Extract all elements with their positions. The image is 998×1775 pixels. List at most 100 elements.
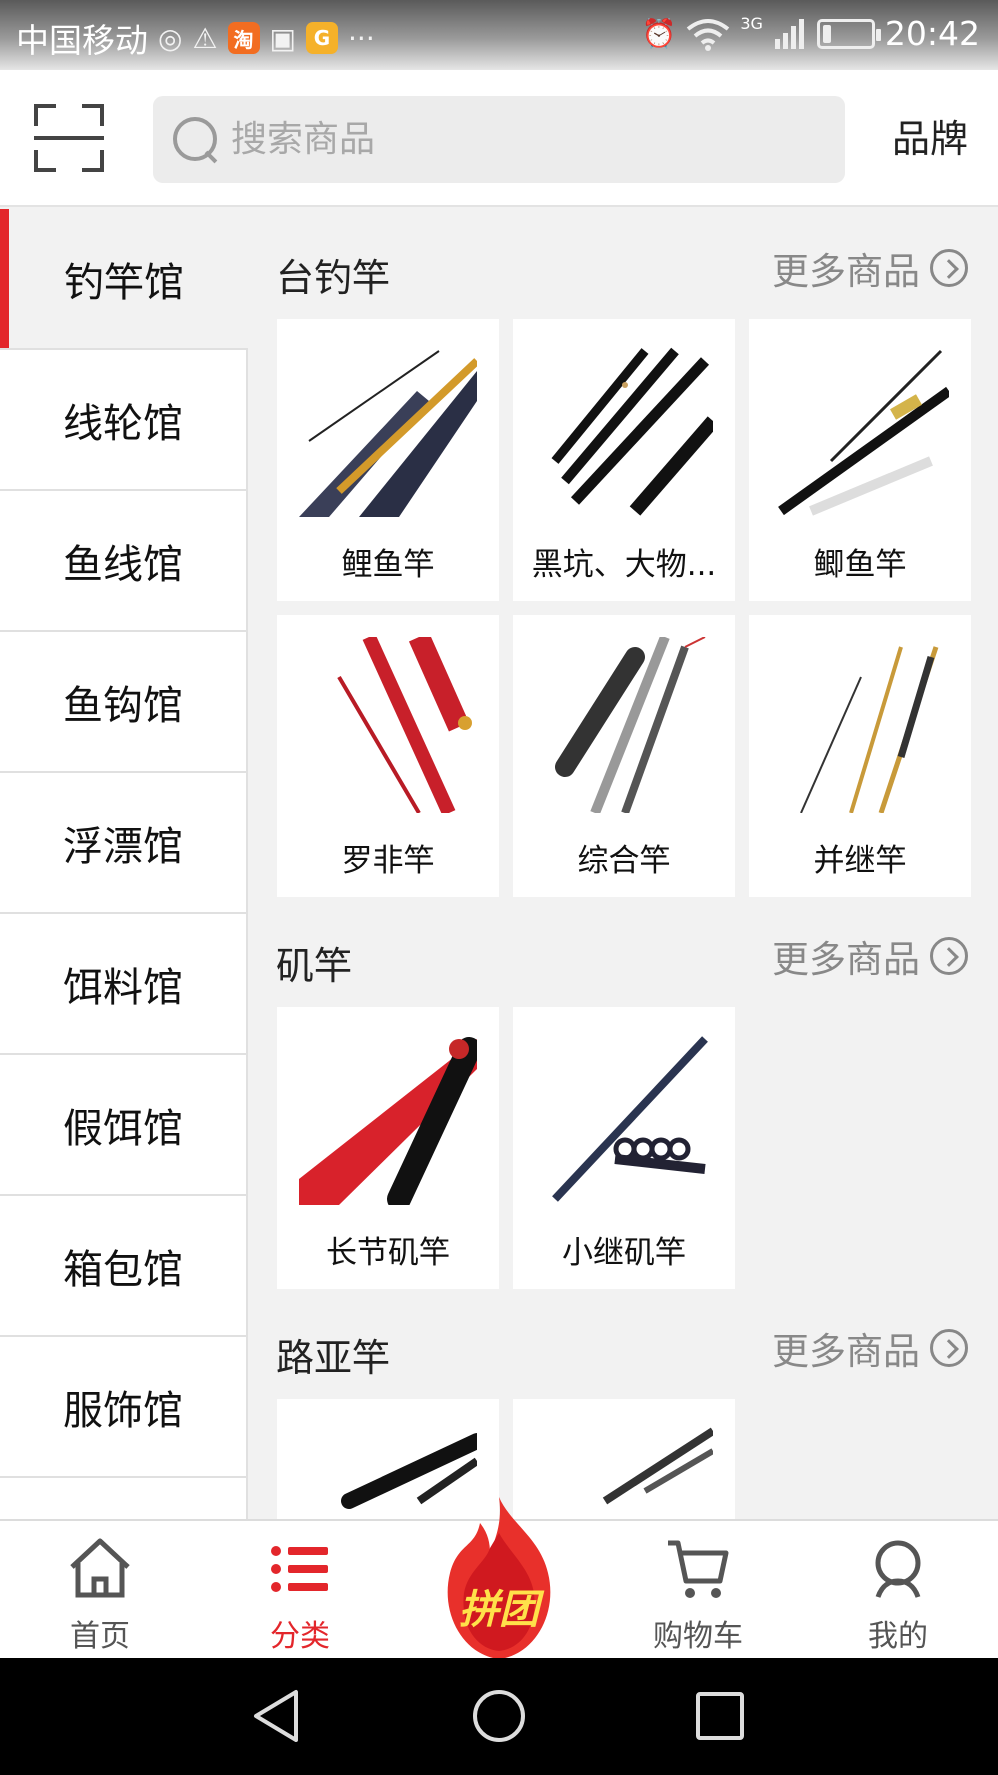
category-content: 台钓竿 更多商品 鲤鱼竿 黑坑、大物... 鲫鱼竿 罗非竿 综合竿 并继竿 矶竿… bbox=[248, 209, 998, 1519]
sidebar-item-reels[interactable]: 线轮馆 bbox=[0, 350, 248, 491]
sidebar-item-label: 箱包馆 bbox=[63, 1246, 183, 1293]
sidebar-item-label: 鱼钩馆 bbox=[63, 682, 183, 729]
home-icon bbox=[70, 1538, 130, 1598]
product-image bbox=[535, 637, 713, 813]
more-products-label: 更多商品 bbox=[772, 938, 920, 981]
category-sidebar: 钓竿馆 线轮馆 鱼线馆 鱼钩馆 浮漂馆 饵料馆 假饵馆 箱包馆 服饰馆 bbox=[0, 209, 248, 1519]
more-products-label: 更多商品 bbox=[772, 250, 920, 293]
product-card[interactable]: 长节矶竿 bbox=[277, 1007, 499, 1289]
nav-label: 首页 bbox=[70, 1619, 130, 1654]
product-label: 小继矶竿 bbox=[562, 1235, 686, 1271]
sidebar-item-bait[interactable]: 饵料馆 bbox=[0, 914, 248, 1055]
section-title: 路亚竿 bbox=[276, 1336, 391, 1380]
wifi-icon bbox=[687, 18, 730, 51]
nav-category[interactable]: 分类 bbox=[200, 1521, 400, 1660]
product-card[interactable]: 并继竿 bbox=[749, 615, 971, 897]
product-label: 黑坑、大物... bbox=[531, 547, 717, 583]
more-products-link[interactable]: 更多商品 bbox=[772, 929, 968, 983]
status-bar-left: 中国移动 ◎ ⚠ 淘 ▣ G ··· bbox=[16, 14, 375, 62]
sidebar-item-label: 饵料馆 bbox=[63, 964, 183, 1011]
product-label: 并继竿 bbox=[813, 843, 907, 879]
sidebar-item-more[interactable] bbox=[0, 1478, 248, 1519]
battery-level bbox=[822, 24, 831, 43]
search-bar[interactable] bbox=[153, 96, 845, 183]
section-lure-rods: 路亚竿 更多商品 bbox=[248, 1289, 998, 1519]
product-image bbox=[299, 637, 477, 813]
sidebar-item-rods[interactable]: 钓竿馆 bbox=[0, 209, 248, 350]
sidebar-item-label: 假饵馆 bbox=[63, 1105, 183, 1152]
product-image bbox=[299, 341, 477, 517]
bottom-nav: 首页 分类 拼团 购物车 我的 bbox=[0, 1497, 998, 1660]
group-buy-label: 拼团 bbox=[459, 1587, 539, 1633]
list-icon bbox=[271, 1546, 328, 1592]
sidebar-item-label: 服饰馆 bbox=[63, 1387, 183, 1434]
user-icon bbox=[875, 1540, 921, 1598]
search-icon bbox=[173, 116, 219, 163]
sidebar-item-label: 钓竿馆 bbox=[64, 259, 184, 306]
scan-icon[interactable] bbox=[34, 104, 104, 172]
sidebar-item-floats[interactable]: 浮漂馆 bbox=[0, 773, 248, 914]
group-buy-button[interactable]: 拼团 bbox=[430, 1493, 568, 1663]
product-card[interactable]: 鲫鱼竿 bbox=[749, 319, 971, 601]
section-header: 台钓竿 更多商品 bbox=[248, 209, 998, 319]
chevron-right-circle-icon bbox=[930, 937, 968, 975]
product-card[interactable]: 综合竿 bbox=[513, 615, 735, 897]
product-grid: 鲤鱼竿 黑坑、大物... 鲫鱼竿 罗非竿 综合竿 并继竿 bbox=[248, 319, 998, 897]
chevron-right-circle-icon bbox=[930, 249, 968, 287]
warning-icon: ⚠ bbox=[192, 21, 218, 55]
nav-label: 购物车 bbox=[653, 1619, 743, 1654]
section-title: 矶竿 bbox=[276, 944, 353, 988]
network-type: 3G bbox=[740, 14, 763, 33]
product-image bbox=[299, 1029, 477, 1205]
back-icon[interactable] bbox=[248, 1686, 308, 1746]
product-label: 长节矶竿 bbox=[326, 1235, 450, 1271]
sidebar-item-lines[interactable]: 鱼线馆 bbox=[0, 491, 248, 632]
product-grid bbox=[248, 1399, 998, 1519]
brand-button[interactable]: 品牌 bbox=[892, 108, 968, 163]
cart-icon bbox=[668, 1540, 729, 1598]
sidebar-item-bags[interactable]: 箱包馆 bbox=[0, 1196, 248, 1337]
alarm-icon: ⏰ bbox=[641, 17, 677, 50]
battery-icon bbox=[816, 18, 881, 49]
product-image bbox=[535, 1029, 713, 1205]
product-image bbox=[771, 637, 949, 813]
nav-cart[interactable]: 购物车 bbox=[598, 1521, 798, 1660]
product-card[interactable]: 黑坑、大物... bbox=[513, 319, 735, 601]
product-card[interactable]: 鲤鱼竿 bbox=[277, 319, 499, 601]
product-label: 综合竿 bbox=[577, 843, 671, 879]
product-label: 鲤鱼竿 bbox=[341, 547, 435, 583]
more-products-label: 更多商品 bbox=[772, 1330, 920, 1373]
section-header: 矶竿 更多商品 bbox=[248, 897, 998, 1007]
image-icon: ▣ bbox=[269, 21, 297, 55]
product-image bbox=[535, 341, 713, 517]
clock: 20:42 bbox=[884, 14, 980, 53]
nav-profile[interactable]: 我的 bbox=[798, 1521, 998, 1660]
nav-home[interactable]: 首页 bbox=[0, 1521, 200, 1660]
home-button-icon[interactable] bbox=[469, 1686, 529, 1746]
carrier-name: 中国移动 bbox=[16, 21, 148, 60]
recents-icon[interactable] bbox=[690, 1686, 750, 1746]
status-bar: 中国移动 ◎ ⚠ 淘 ▣ G ··· ⏰ 3G 20:42 bbox=[0, 0, 998, 70]
product-image bbox=[771, 341, 949, 517]
g-app-icon: G bbox=[306, 22, 339, 54]
product-card[interactable]: 小继矶竿 bbox=[513, 1007, 735, 1289]
section-rock-rods: 矶竿 更多商品 长节矶竿 小继矶竿 bbox=[248, 897, 998, 1289]
signal-icon bbox=[774, 18, 804, 49]
search-input[interactable] bbox=[231, 119, 791, 160]
chevron-right-circle-icon bbox=[930, 1329, 968, 1367]
nav-label: 我的 bbox=[868, 1619, 928, 1654]
more-products-link[interactable]: 更多商品 bbox=[772, 241, 968, 295]
sidebar-item-label: 鱼线馆 bbox=[63, 541, 183, 588]
sidebar-item-hooks[interactable]: 鱼钩馆 bbox=[0, 632, 248, 773]
product-label: 罗非竿 bbox=[341, 843, 435, 879]
taobao-app-icon: 淘 bbox=[227, 22, 260, 54]
status-bar-right: ⏰ 3G 20:42 bbox=[641, 14, 980, 53]
product-label: 鲫鱼竿 bbox=[813, 547, 907, 583]
sidebar-item-lures[interactable]: 假饵馆 bbox=[0, 1055, 248, 1196]
nav-label: 分类 bbox=[270, 1619, 330, 1654]
hotspot-icon: ◎ bbox=[158, 21, 183, 55]
more-products-link[interactable]: 更多商品 bbox=[772, 1321, 968, 1375]
product-card[interactable]: 罗非竿 bbox=[277, 615, 499, 897]
sidebar-item-apparel[interactable]: 服饰馆 bbox=[0, 1337, 248, 1478]
section-title: 台钓竿 bbox=[276, 256, 391, 300]
